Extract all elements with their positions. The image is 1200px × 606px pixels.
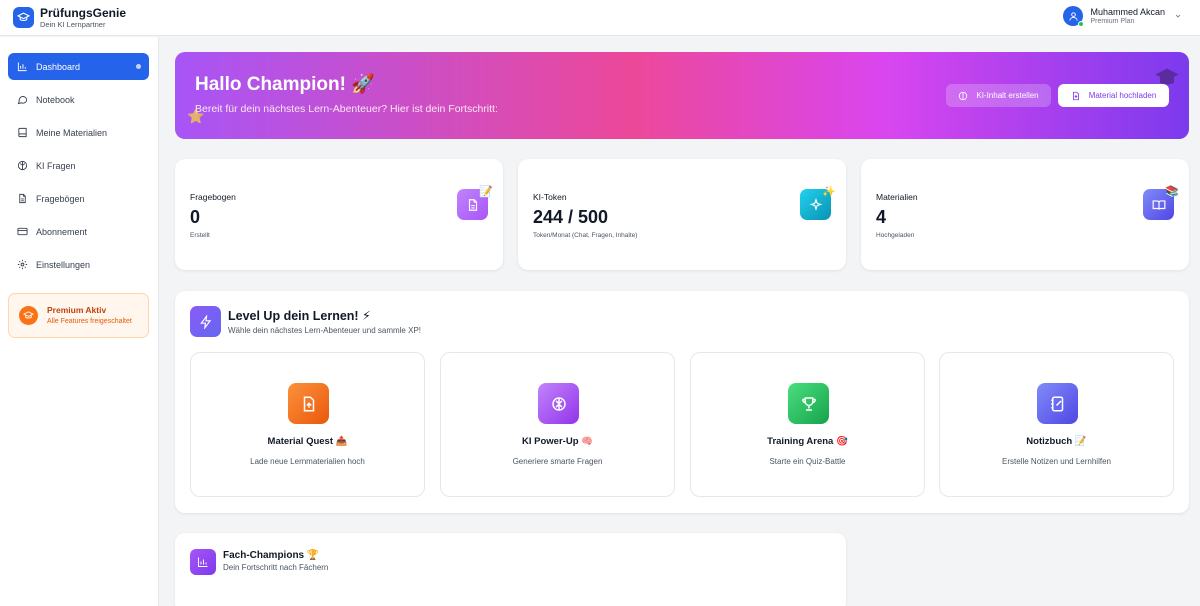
sparkle-emoji-icon: ✨: [822, 186, 836, 198]
user-name: Muhammed Akcan: [1090, 6, 1165, 17]
welcome-banner: Hallo Champion! 🚀 Bereit für dein nächst…: [175, 52, 1189, 139]
sidebar-item-label: Einstellungen: [36, 259, 91, 270]
sidebar-item-notebook[interactable]: Notebook: [8, 86, 149, 113]
level-up-subtitle: Wähle dein nächstes Lern-Abenteuer und s…: [228, 326, 421, 335]
stat-value: 4: [876, 207, 887, 227]
stat-card-ki-token: KI-Token 244 / 500 Token/Monat (Chat, Fr…: [518, 159, 846, 270]
sidebar-item-label: KI Fragen: [36, 160, 76, 171]
premium-status-card: Premium Aktiv Alle Features freigeschalt…: [8, 293, 149, 338]
memo-icon: 📝: [479, 186, 493, 198]
quest-card-training-arena[interactable]: Training Arena 🎯 Starte ein Quiz-Battle: [690, 352, 925, 497]
level-up-panel: Level Up dein Lernen! ⚡ Wähle dein nächs…: [175, 291, 1189, 513]
user-plan: Premium Plan: [1090, 17, 1135, 25]
graduation-cap-icon: [13, 7, 34, 28]
stat-label: Materialien: [876, 192, 918, 202]
stat-value: 0: [190, 207, 201, 227]
hero-subtitle: Bereit für dein nächstes Lern-Abenteuer?…: [195, 103, 498, 115]
stat-label: KI-Token: [533, 192, 567, 202]
brain-icon: [17, 160, 28, 171]
create-ai-content-label: KI-Inhalt erstellen: [976, 91, 1039, 100]
document-icon: [17, 193, 28, 204]
active-indicator-dot: [136, 64, 141, 69]
sidebar-item-ki-fragen[interactable]: KI Fragen: [8, 152, 149, 179]
sidebar-item-abonnement[interactable]: Abonnement: [8, 218, 149, 245]
quest-description: Erstelle Notizen und Lernhilfen: [1002, 457, 1111, 466]
stat-note: Erstellt: [190, 232, 210, 239]
brand[interactable]: PrüfungsGenie Dein KI Lernpartner: [13, 7, 126, 29]
level-up-title: Level Up dein Lernen! ⚡: [228, 309, 371, 323]
upload-file-icon: [288, 383, 329, 424]
chat-bubble-icon: [17, 94, 28, 105]
stat-card-fragebogen: Fragebogen 0 Erstellt 📝: [175, 159, 503, 270]
quest-description: Lade neue Lernmaterialien hoch: [250, 457, 365, 466]
trophy-icon: [788, 383, 829, 424]
upload-material-label: Material hochladen: [1088, 91, 1157, 100]
quest-card-ki-power-up[interactable]: KI Power-Up 🧠 Generiere smarte Fragen: [440, 352, 675, 497]
credit-card-icon: [17, 226, 28, 237]
stat-note: Token/Monat (Chat, Fragen, Inhalte): [533, 232, 638, 239]
sidebar-item-label: Fragebögen: [36, 193, 85, 204]
bar-chart-icon: [190, 549, 216, 575]
quest-title: Material Quest 📤: [267, 436, 348, 447]
sidebar-item-frageboegen[interactable]: Fragebögen: [8, 185, 149, 212]
create-ai-content-button[interactable]: KI-Inhalt erstellen: [946, 84, 1051, 107]
stat-note: Hochgeladen: [876, 232, 915, 239]
user-menu[interactable]: Muhammed Akcan Premium Plan: [1063, 6, 1182, 27]
book-icon: [17, 127, 28, 138]
brain-icon: [538, 383, 579, 424]
sidebar-item-label: Meine Materialien: [36, 127, 108, 138]
stat-value: 244 / 500: [533, 207, 609, 227]
sidebar-item-label: Abonnement: [36, 226, 88, 237]
premium-title: Premium Aktiv: [47, 305, 107, 316]
books-icon: 📚: [1165, 186, 1179, 198]
quest-description: Starte ein Quiz-Battle: [769, 457, 846, 466]
online-status-dot: [1078, 21, 1085, 27]
stat-label: Fragebogen: [190, 192, 236, 202]
subject-champions-card: Fach-Champions 🏆 Dein Fortschritt nach F…: [175, 533, 846, 606]
top-bar: PrüfungsGenie Dein KI Lernpartner Muhamm…: [0, 0, 1200, 36]
brand-tagline: Dein KI Lernpartner: [40, 19, 106, 29]
sidebar-item-dashboard[interactable]: Dashboard: [8, 53, 149, 80]
premium-subtitle: Alle Features freigeschaltet: [47, 317, 132, 325]
bar-chart-icon: [17, 61, 28, 72]
upload-material-button[interactable]: Material hochladen: [1058, 84, 1169, 107]
chevron-down-icon[interactable]: [1174, 7, 1182, 25]
quest-title: KI Power-Up 🧠: [522, 436, 593, 447]
brand-name: PrüfungsGenie: [40, 5, 127, 20]
gear-icon: [17, 259, 28, 270]
sidebar: Dashboard Notebook Meine Materialien KI …: [0, 37, 159, 606]
quest-description: Generiere smarte Fragen: [512, 457, 603, 466]
sidebar-item-label: Dashboard: [36, 61, 81, 72]
champions-subtitle: Dein Fortschritt nach Fächern: [223, 563, 329, 572]
sidebar-item-label: Notebook: [36, 94, 75, 105]
graduation-cap-icon: [19, 306, 38, 325]
avatar: [1063, 6, 1085, 27]
notebook-pen-icon: [1037, 383, 1078, 424]
stat-card-materialien: Materialien 4 Hochgeladen 📚: [861, 159, 1189, 270]
quest-card-material[interactable]: Material Quest 📤 Lade neue Lernmateriali…: [190, 352, 425, 497]
quest-title: Notizbuch 📝: [1026, 436, 1087, 447]
champions-title: Fach-Champions 🏆: [223, 550, 320, 561]
star-icon: ⭐: [187, 108, 205, 124]
quest-title: Training Arena 🎯: [767, 436, 848, 447]
hero-title: Hallo Champion! 🚀: [195, 74, 375, 95]
sidebar-item-materials[interactable]: Meine Materialien: [8, 119, 149, 146]
sidebar-item-einstellungen[interactable]: Einstellungen: [8, 251, 149, 278]
quest-card-notizbuch[interactable]: Notizbuch 📝 Erstelle Notizen und Lernhil…: [939, 352, 1174, 497]
lightning-icon: [190, 306, 221, 337]
